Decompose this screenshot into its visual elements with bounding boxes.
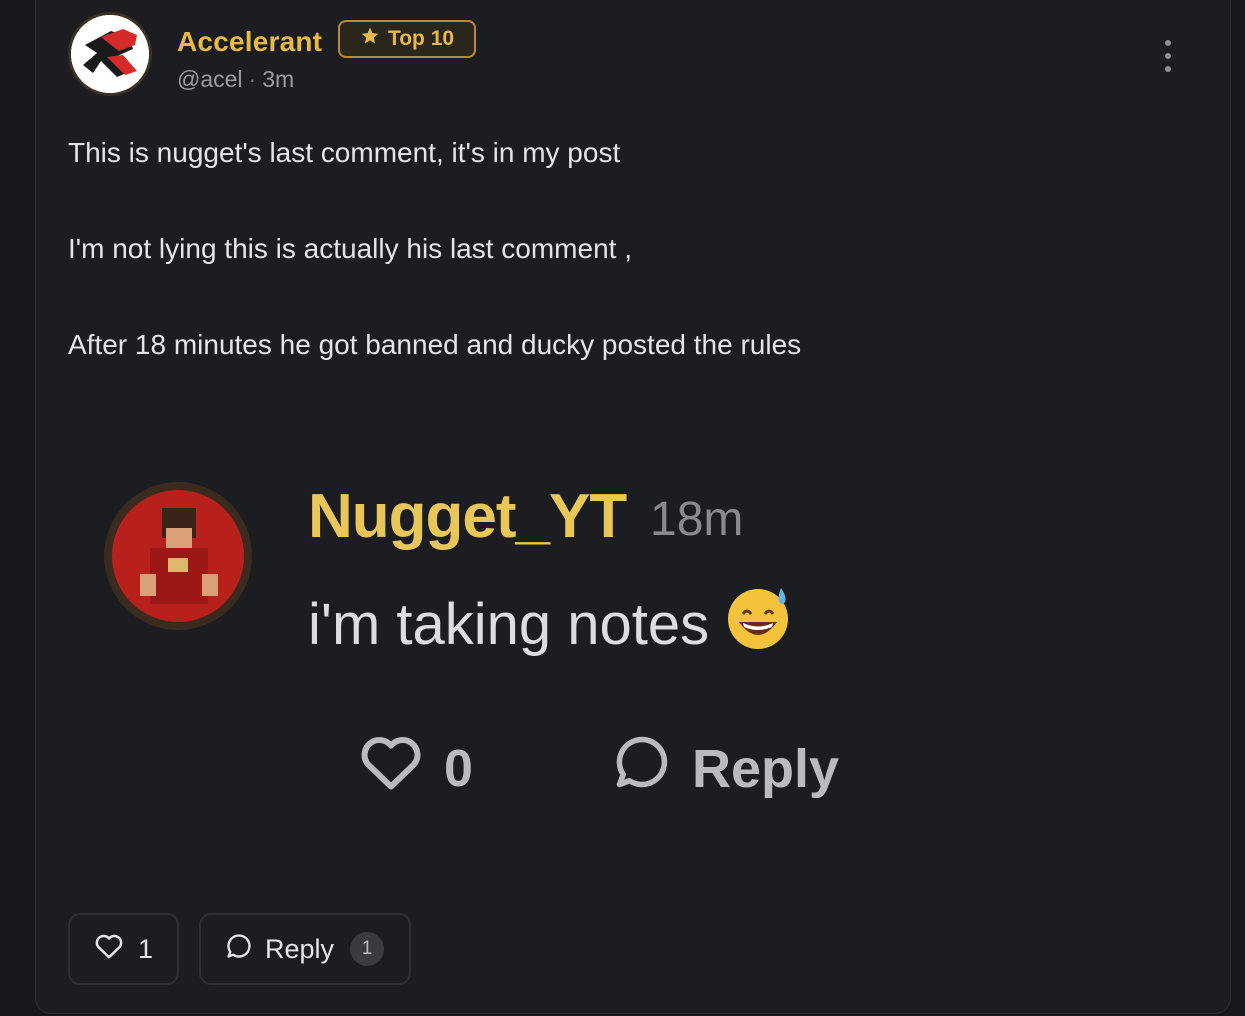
author-handle[interactable]: @acel	[177, 66, 243, 92]
embedded-time: 18m	[650, 493, 744, 546]
star-icon	[360, 26, 380, 52]
embedded-avatar	[104, 482, 252, 630]
reply-label: Reply	[265, 933, 335, 964]
reply-button[interactable]: Reply 1	[199, 913, 411, 985]
post-paragraph: I'm not lying this is actually his last …	[68, 233, 632, 264]
embedded-like-count: 0	[444, 739, 473, 798]
sweat-smile-emoji-icon	[723, 582, 793, 666]
embedded-comment-body: i'm taking notes	[308, 591, 710, 657]
embedded-like: 0	[358, 732, 473, 805]
comment-icon	[612, 732, 672, 805]
more-vertical-icon[interactable]	[1156, 40, 1180, 72]
embedded-reply-label: Reply	[692, 738, 840, 799]
embedded-author-name: Nugget_YT	[308, 482, 627, 551]
post-time: 3m	[262, 66, 295, 92]
meta-separator: ·	[248, 66, 257, 92]
heart-icon	[94, 932, 124, 967]
embedded-comment-text: i'm taking notes	[308, 582, 793, 666]
author-meta: @acel · 3m	[177, 66, 294, 93]
author-name[interactable]: Accelerant	[177, 26, 322, 58]
badge-label: Top 10	[387, 27, 455, 50]
author-avatar[interactable]	[68, 12, 152, 96]
top-badge: Top 10	[338, 20, 476, 58]
reply-count-badge: 1	[350, 932, 385, 966]
post-paragraph: After 18 minutes he got banned and ducky…	[68, 329, 802, 360]
embedded-reply: Reply	[612, 732, 839, 805]
like-count: 1	[138, 933, 154, 964]
heart-icon	[358, 732, 424, 805]
like-button[interactable]: 1	[68, 913, 179, 985]
comment-icon	[225, 932, 253, 967]
post-paragraph: This is nugget's last comment, it's in m…	[68, 137, 621, 168]
